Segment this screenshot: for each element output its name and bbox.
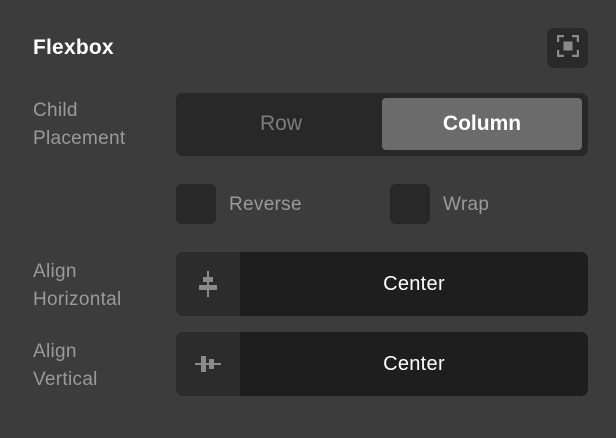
- row-option-button[interactable]: Row: [181, 98, 381, 150]
- align-vertical-label: Align Vertical: [33, 341, 98, 390]
- focus-frame-button[interactable]: [547, 28, 588, 68]
- align-vertical-select[interactable]: Center: [176, 332, 588, 396]
- column-option-button[interactable]: Column: [382, 98, 582, 150]
- reverse-checkbox-label: Reverse: [229, 194, 302, 215]
- panel-title: Flexbox: [33, 36, 114, 59]
- align-horizontal-select[interactable]: Center: [176, 252, 588, 316]
- flexbox-panel: Flexbox Child Placement Row Column Rever…: [0, 0, 616, 438]
- child-placement-label: Child Placement: [33, 100, 126, 149]
- wrap-checkbox-label: Wrap: [443, 194, 490, 215]
- align-vertical-value: Center: [383, 352, 445, 375]
- child-placement-segmented-control: Row Column: [176, 93, 588, 156]
- wrap-checkbox[interactable]: [390, 184, 430, 224]
- align-horizontal-center-icon: [176, 252, 240, 316]
- align-horizontal-value: Center: [383, 272, 445, 295]
- focus-frame-icon: [556, 34, 579, 62]
- reverse-checkbox[interactable]: [176, 184, 216, 224]
- align-vertical-center-icon: [176, 332, 240, 396]
- align-horizontal-label: Align Horizontal: [33, 261, 122, 310]
